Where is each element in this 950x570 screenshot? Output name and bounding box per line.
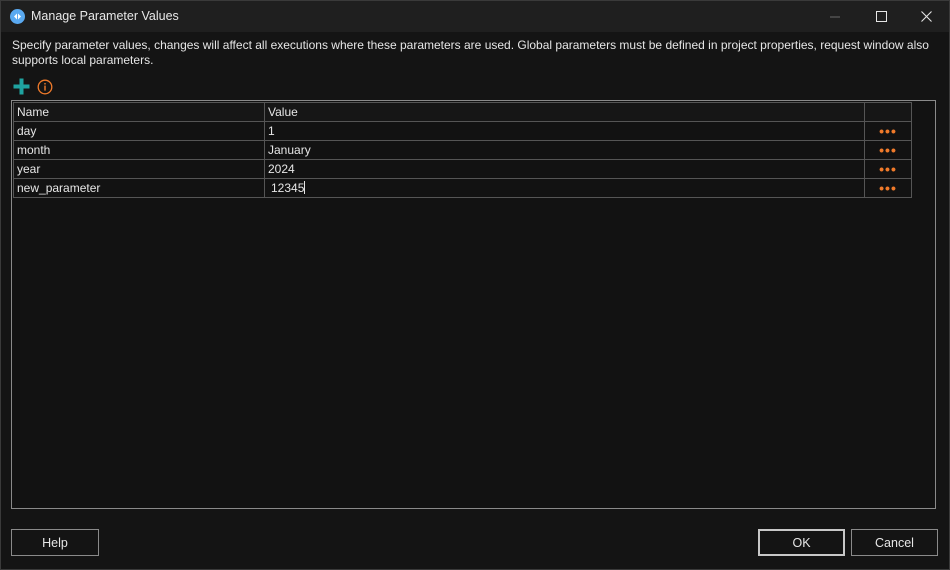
info-button[interactable] — [37, 79, 53, 95]
minimize-icon — [830, 16, 840, 17]
ok-button[interactable]: OK — [758, 529, 845, 556]
table-row[interactable]: month January ••• — [13, 140, 912, 160]
row-options-button[interactable]: ••• — [864, 140, 912, 160]
parameter-name-cell[interactable]: day — [13, 121, 265, 141]
table-header-row: Name Value — [13, 102, 912, 122]
maximize-icon — [875, 11, 887, 22]
close-icon — [920, 11, 932, 22]
table-row[interactable]: new_parameter 12345 ••• — [13, 178, 912, 198]
parameter-value-cell[interactable]: 2024 — [264, 159, 865, 179]
maximize-button[interactable] — [858, 1, 904, 32]
column-header-value[interactable]: Value — [264, 102, 865, 122]
parameter-value-cell[interactable]: January — [264, 140, 865, 160]
table-row[interactable]: year 2024 ••• — [13, 159, 912, 179]
parameter-value-cell[interactable]: 1 — [264, 121, 865, 141]
column-header-name[interactable]: Name — [13, 102, 265, 122]
title-bar[interactable]: Manage Parameter Values — [1, 1, 949, 32]
add-parameter-button[interactable] — [13, 78, 30, 95]
more-options-icon: ••• — [879, 179, 897, 196]
minimize-button[interactable] — [812, 1, 858, 32]
window-title: Manage Parameter Values — [31, 9, 179, 23]
text-caret — [304, 181, 306, 194]
close-button[interactable] — [903, 1, 949, 32]
table-row[interactable]: day 1 ••• — [13, 121, 912, 141]
info-icon — [37, 79, 53, 95]
add-icon — [13, 78, 30, 95]
parameter-value-text: 12345 — [271, 181, 305, 195]
parameter-name-cell[interactable]: new_parameter — [13, 178, 265, 198]
parameter-value-input[interactable]: 12345 — [264, 178, 865, 198]
dialog-window: Manage Parameter Values Specify paramete… — [0, 0, 950, 570]
column-header-actions — [864, 102, 912, 122]
parameter-name-cell[interactable]: month — [13, 140, 265, 160]
row-options-button[interactable]: ••• — [864, 159, 912, 179]
more-options-icon: ••• — [879, 122, 897, 139]
parameter-grid[interactable]: Name Value day 1 ••• month January ••• y… — [11, 100, 936, 509]
row-options-button[interactable]: ••• — [864, 178, 912, 198]
app-icon — [10, 9, 25, 24]
row-options-button[interactable]: ••• — [864, 121, 912, 141]
help-button[interactable]: Help — [11, 529, 99, 556]
cancel-button[interactable]: Cancel — [851, 529, 938, 556]
parameter-table: Name Value day 1 ••• month January ••• y… — [13, 102, 912, 198]
dialog-description: Specify parameter values, changes will a… — [12, 38, 929, 67]
more-options-icon: ••• — [879, 160, 897, 177]
more-options-icon: ••• — [879, 141, 897, 158]
parameter-name-cell[interactable]: year — [13, 159, 265, 179]
